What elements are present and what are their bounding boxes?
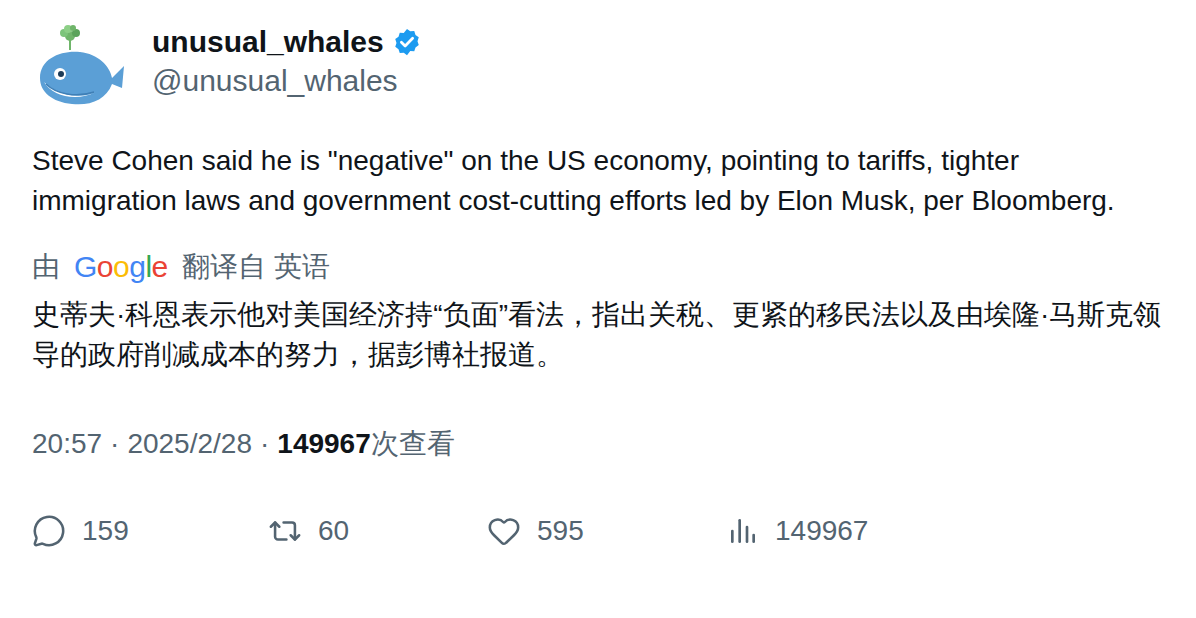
google-logo: Google [74, 247, 168, 287]
tweet-time[interactable]: 20:57 [32, 424, 102, 464]
whale-avatar-icon[interactable] [32, 22, 128, 118]
retweet-button[interactable]: 60 [268, 511, 487, 551]
reply-icon [32, 514, 66, 548]
translation-prefix: 由 [32, 247, 60, 287]
tweet-date[interactable]: 2025/2/28 [127, 424, 252, 464]
retweet-icon [268, 514, 302, 548]
author-name[interactable]: unusual_whales [152, 22, 384, 61]
tweet-meta: 20:57·2025/2/28·149967次查看 [32, 424, 1166, 464]
author-handle[interactable]: @unusual_whales [152, 61, 422, 100]
translation-label: 由 Google 翻译自 英语 [32, 247, 1166, 287]
action-bar: 15960595149967 [32, 511, 1166, 551]
tweet-text: Steve Cohen said he is "negative" on the… [32, 141, 1166, 221]
tweet-header: unusual_whales@unusual_whales [32, 22, 1166, 118]
verified-icon [392, 27, 422, 57]
author: unusual_whales@unusual_whales [152, 22, 422, 100]
tweet: unusual_whales@unusual_whales Steve Cohen… [0, 0, 1196, 618]
views-button[interactable]: 149967 [727, 511, 1166, 551]
translation-source[interactable]: 翻译自 英语 [182, 247, 330, 287]
like-button[interactable]: 595 [487, 511, 727, 551]
like-icon [487, 514, 521, 548]
reply-button[interactable]: 159 [32, 511, 268, 551]
translation-text: 史蒂夫·科恩表示他对美国经济持“负面”看法，指出关税、更紧的移民法以及由埃隆·马… [32, 295, 1166, 375]
view-count: 149967次查看 [277, 424, 454, 464]
views-icon [727, 515, 759, 547]
